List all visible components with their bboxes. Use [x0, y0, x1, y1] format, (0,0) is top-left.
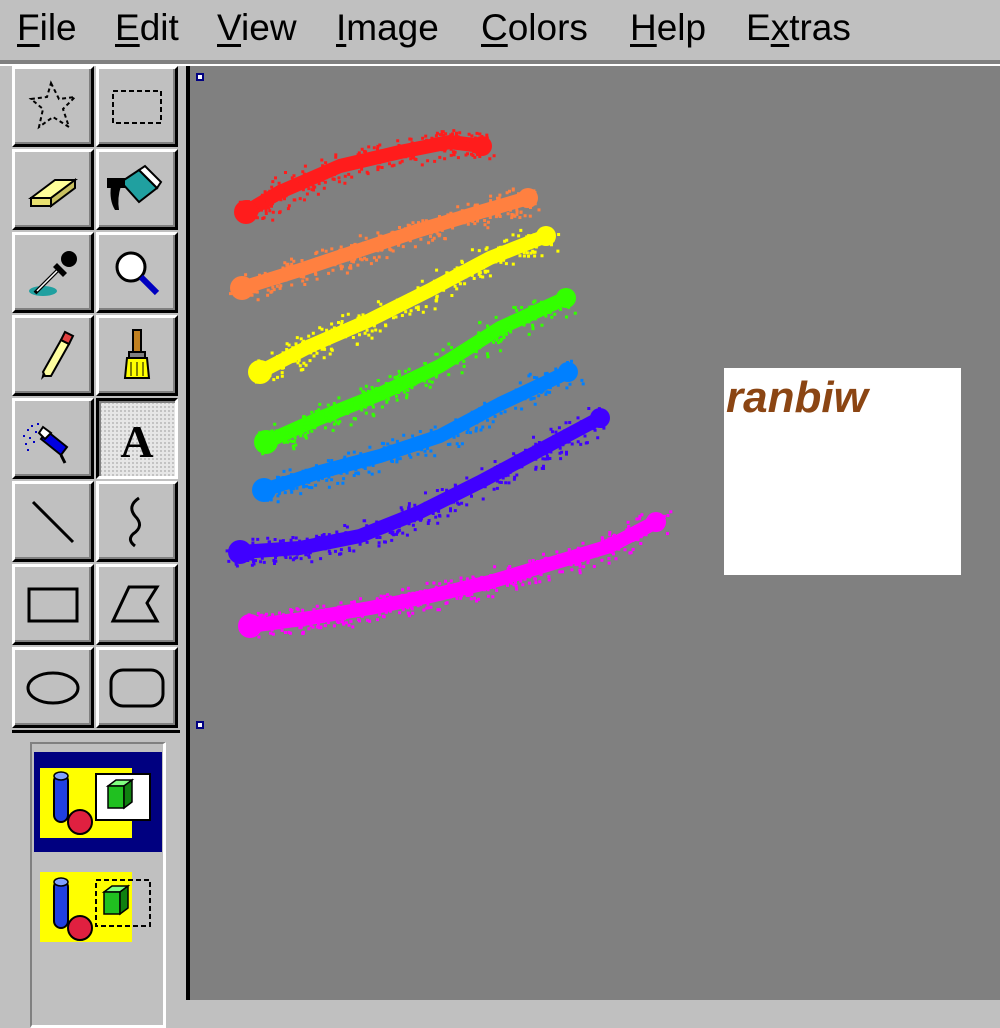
text-tool[interactable]: A: [96, 398, 178, 479]
eyedropper-tool[interactable]: [12, 232, 94, 313]
magnifier-icon: [115, 251, 160, 296]
pencil-icon: [41, 330, 75, 380]
eraser-tool[interactable]: [12, 149, 94, 230]
rectangle-tool[interactable]: [12, 564, 94, 645]
menu-help[interactable]: Help: [630, 6, 706, 50]
transparent-background-option-icon: [40, 872, 151, 942]
transparent-background-option[interactable]: [34, 858, 162, 958]
menu-colors[interactable]: Colors: [481, 6, 588, 50]
free-form-select-icon: [28, 80, 78, 130]
text-options-box: [30, 742, 166, 1028]
tool-grid: A: [12, 66, 182, 732]
canvas-workspace[interactable]: ranbiw: [190, 66, 1000, 1000]
text-tool-icon: A: [120, 416, 153, 467]
text-box-content[interactable]: ranbiw: [726, 372, 868, 424]
menu-edit[interactable]: Edit: [115, 6, 179, 50]
rounded-rectangle-icon: [109, 668, 165, 708]
menu-bar: File Edit View Image Colors Help Extras: [0, 0, 1000, 62]
fill-bucket-tool[interactable]: [96, 149, 178, 230]
text-box[interactable]: ranbiw: [724, 368, 961, 575]
svg-text:A: A: [120, 416, 153, 467]
menu-view[interactable]: View: [217, 6, 297, 50]
brush-tool[interactable]: [96, 315, 178, 396]
free-form-select-tool[interactable]: [12, 66, 94, 147]
curve-tool[interactable]: [96, 481, 178, 562]
magenta-stroke: [238, 510, 673, 639]
opaque-background-option-icon: [40, 768, 151, 838]
polygon-icon: [110, 585, 160, 623]
yellow-stroke: [248, 226, 561, 384]
opaque-background-option[interactable]: [34, 752, 162, 852]
ellipse-icon: [26, 671, 80, 705]
airbrush-tool[interactable]: [12, 398, 94, 479]
rectangle-icon: [27, 587, 79, 623]
brush-icon: [123, 329, 151, 379]
tool-options-divider: [12, 730, 180, 733]
ellipse-tool[interactable]: [12, 647, 94, 728]
eyedropper-icon: [29, 251, 77, 296]
eraser-icon: [28, 178, 78, 208]
rectangle-select-tool[interactable]: [96, 66, 178, 147]
orange-stroke: [229, 187, 541, 302]
rectangle-select-icon: [112, 90, 162, 124]
menu-image[interactable]: Image: [336, 6, 439, 50]
magnifier-tool[interactable]: [96, 232, 178, 313]
polygon-tool[interactable]: [96, 564, 178, 645]
red-stroke: [234, 129, 496, 224]
green-stroke: [254, 288, 577, 456]
tool-box: A: [0, 66, 188, 1028]
rounded-rectangle-tool[interactable]: [96, 647, 178, 728]
pencil-tool[interactable]: [12, 315, 94, 396]
fill-bucket-icon: [107, 164, 163, 210]
line-tool[interactable]: [12, 481, 94, 562]
airbrush-icon: [23, 423, 69, 464]
menu-extras[interactable]: Extras: [746, 6, 851, 50]
line-icon: [31, 500, 75, 544]
canvas-resize-handle-bottom[interactable]: [196, 721, 204, 729]
curve-icon: [128, 496, 141, 548]
canvas-resize-handle-top[interactable]: [196, 73, 204, 81]
menu-file[interactable]: File: [17, 6, 77, 50]
